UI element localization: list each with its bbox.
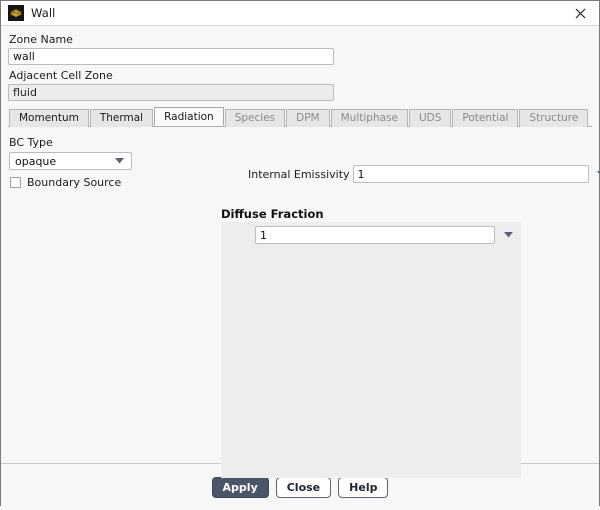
title-bar: Wall: [1, 1, 599, 26]
tab-radiation[interactable]: Radiation: [154, 107, 224, 126]
tab-multiphase[interactable]: Multiphase: [330, 109, 408, 127]
close-icon[interactable]: [567, 2, 593, 24]
diffuse-fraction-row: [255, 226, 515, 244]
internal-emissivity-input[interactable]: [352, 165, 589, 183]
tab-momentum[interactable]: Momentum: [9, 109, 89, 127]
diffuse-fraction-heading: Diffuse Fraction: [221, 207, 324, 221]
adjacent-cell-zone-input: [8, 84, 334, 101]
internal-emissivity-label: Internal Emissivity: [248, 167, 350, 181]
internal-emissivity-dropdown-icon[interactable]: [595, 165, 600, 183]
boundary-source-label: Boundary Source: [27, 176, 122, 189]
wall-mesh-icon: [8, 5, 24, 21]
chevron-down-icon: [115, 157, 124, 166]
boundary-source-checkbox[interactable]: [10, 177, 21, 188]
apply-button[interactable]: Apply: [211, 476, 269, 498]
zone-name-label: Zone Name: [9, 33, 73, 46]
bc-type-label: BC Type: [9, 136, 53, 149]
close-button[interactable]: Close: [275, 476, 332, 498]
diffuse-fraction-input[interactable]: [255, 226, 495, 244]
bc-type-select[interactable]: opaque: [9, 152, 132, 170]
adjacent-cell-zone-label: Adjacent Cell Zone: [9, 69, 113, 82]
diffuse-fraction-panel: [221, 222, 521, 478]
tab-potential[interactable]: Potential: [452, 109, 519, 127]
window-title: Wall: [31, 6, 56, 20]
tab-species[interactable]: Species: [224, 109, 286, 127]
help-button[interactable]: Help: [338, 476, 389, 498]
tab-uds[interactable]: UDS: [408, 109, 452, 127]
tab-thermal[interactable]: Thermal: [89, 109, 154, 127]
zone-name-input[interactable]: [8, 48, 334, 65]
internal-emissivity-row: Internal Emissivity: [248, 165, 600, 183]
bc-type-value: opaque: [15, 154, 57, 168]
radiation-tab-panel: BC Type opaque Boundary Source Internal …: [8, 127, 600, 478]
diffuse-fraction-dropdown-icon[interactable]: [501, 226, 515, 244]
tab-dpm[interactable]: DPM: [286, 109, 330, 127]
tab-strip: Momentum Thermal Radiation Species DPM M…: [8, 107, 592, 127]
wall-dialog: Wall Zone Name Adjacent Cell Zone Moment…: [0, 0, 600, 510]
tab-structure[interactable]: Structure: [519, 109, 589, 127]
dialog-content: Zone Name Adjacent Cell Zone Momentum Th…: [1, 26, 600, 478]
